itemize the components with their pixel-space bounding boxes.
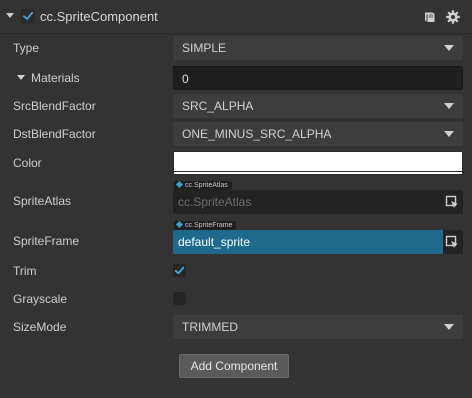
materials-caret-icon[interactable]: [17, 75, 25, 80]
trim-checkbox[interactable]: [173, 264, 186, 277]
sprite-frame-tag-text: cc.SpriteFrame: [185, 222, 233, 229]
trim-label: Trim: [13, 264, 37, 278]
dst-blend-value: ONE_MINUS_SRC_ALPHA: [182, 127, 332, 141]
diamond-icon: [175, 220, 184, 229]
size-mode-value: TRIMMED: [182, 320, 238, 334]
dst-blend-label: DstBlendFactor: [13, 127, 96, 141]
grayscale-checkbox[interactable]: [173, 292, 186, 305]
component-enabled-checkbox[interactable]: [21, 9, 35, 23]
sprite-atlas-tag-text: cc.SpriteAtlas: [185, 182, 228, 189]
color-label: Color: [13, 156, 42, 170]
sprite-frame-field[interactable]: default_sprite: [173, 230, 463, 254]
chevron-down-icon: [444, 45, 454, 51]
sprite-frame-value: default_sprite: [178, 235, 251, 249]
src-blend-label: SrcBlendFactor: [13, 99, 96, 113]
sprite-frame-label: SpriteFrame: [13, 234, 80, 248]
chevron-down-icon: [444, 131, 454, 137]
collapse-caret-icon[interactable]: [6, 13, 14, 18]
color-swatch[interactable]: [174, 152, 462, 171]
sprite-atlas-placeholder: cc.SpriteAtlas: [178, 195, 252, 209]
src-blend-value: SRC_ALPHA: [182, 99, 254, 113]
sprite-atlas-field[interactable]: cc.SpriteAtlas: [173, 190, 463, 214]
chevron-down-icon: [444, 103, 454, 109]
dst-blend-dropdown[interactable]: ONE_MINUS_SRC_ALPHA: [173, 122, 463, 146]
add-component-button[interactable]: Add Component: [179, 354, 289, 378]
checkmark-icon: [23, 11, 34, 20]
book-icon[interactable]: [423, 10, 437, 24]
locate-asset-icon[interactable]: [444, 234, 460, 250]
diamond-icon: [175, 180, 184, 189]
size-mode-dropdown[interactable]: TRIMMED: [173, 315, 463, 339]
gear-icon[interactable]: [445, 9, 461, 25]
src-blend-dropdown[interactable]: SRC_ALPHA: [173, 94, 463, 118]
grayscale-label: Grayscale: [13, 292, 68, 306]
materials-count-input[interactable]: 0: [173, 66, 463, 90]
type-dropdown[interactable]: SIMPLE: [173, 36, 463, 60]
component-title: cc.SpriteComponent: [40, 9, 158, 24]
sprite-atlas-label: SpriteAtlas: [13, 194, 72, 208]
materials-label: Materials: [31, 71, 80, 85]
locate-asset-icon[interactable]: [444, 194, 460, 210]
chevron-down-icon: [444, 324, 454, 330]
materials-count-value: 0: [182, 72, 189, 86]
component-header: cc.SpriteComponent: [0, 0, 472, 34]
color-alpha-bar: [174, 172, 462, 174]
checkmark-icon: [174, 266, 185, 275]
type-value: SIMPLE: [182, 41, 227, 55]
type-label: Type: [13, 41, 40, 55]
size-mode-label: SizeMode: [13, 320, 67, 334]
